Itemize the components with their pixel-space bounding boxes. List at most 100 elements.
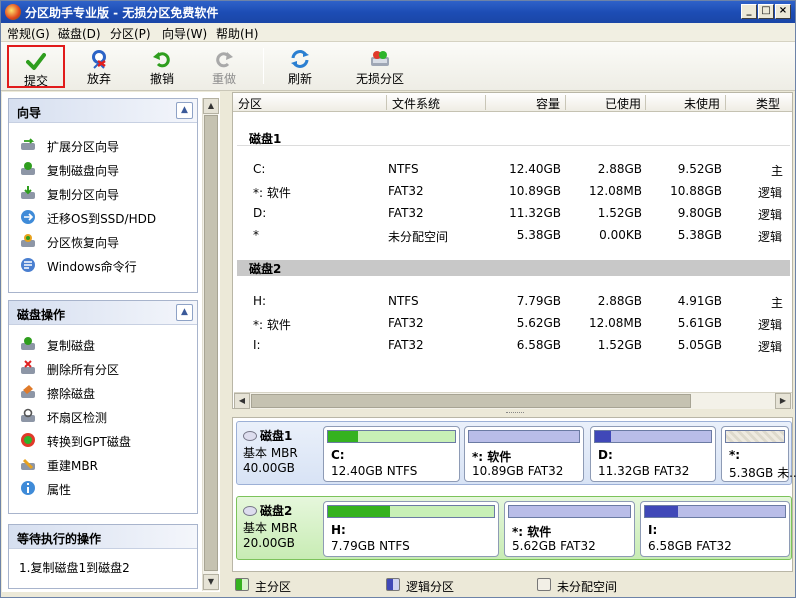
diskop-wipe-disk[interactable]: 擦除磁盘 [9, 380, 197, 404]
submit-button[interactable]: 提交 [7, 45, 65, 88]
wizard-windows-cmd[interactable]: Windows命令行 [9, 253, 197, 277]
diskop-bad-sector[interactable]: 坏扇区检测 [9, 404, 197, 428]
wizard-section-header: 向导 ▲ [9, 99, 197, 123]
table-row[interactable]: H: NTFS 7.79GB 2.88GB 4.91GB 主 [233, 290, 792, 312]
pending-operation-item[interactable]: 1.复制磁盘1到磁盘2 [19, 559, 130, 576]
menu-general[interactable]: 常规(G) [7, 25, 50, 42]
menu-disk[interactable]: 磁盘(D) [58, 25, 101, 42]
collapse-up-icon[interactable]: ▲ [176, 102, 193, 119]
pane-splitter[interactable] [234, 409, 792, 417]
properties-icon [21, 481, 35, 495]
column-divider[interactable] [485, 95, 486, 110]
diskop-convert-gpt[interactable]: 转换到GPT磁盘 [9, 428, 197, 452]
column-divider[interactable] [725, 95, 726, 110]
disk1-info: 磁盘1 基本 MBR 40.00GB [243, 429, 298, 475]
left-panel-scrollbar[interactable]: ▲ ▼ [202, 98, 219, 591]
menu-partition[interactable]: 分区(P) [110, 25, 151, 42]
col-used[interactable]: 已使用 [605, 95, 641, 112]
maximize-button[interactable]: □ [758, 4, 774, 19]
toolbar-separator [263, 48, 264, 84]
disk-operations-header: 磁盘操作 ▲ [9, 301, 197, 325]
partition-card-unallocated[interactable]: *: 5.38GB 未... [721, 426, 796, 482]
discard-button[interactable]: 放弃 [76, 45, 122, 88]
undo-button[interactable]: 撤销 [139, 45, 185, 88]
scroll-down-arrow-icon[interactable]: ▼ [203, 574, 219, 590]
wizard-copy-disk[interactable]: 复制磁盘向导 [9, 157, 197, 181]
partition-card-h[interactable]: H: 7.79GB NTFS [323, 501, 499, 557]
partition-card-d[interactable]: D: 11.32GB FAT32 [590, 426, 716, 482]
table-row[interactable]: D: FAT32 11.32GB 1.52GB 9.80GB 逻辑 [233, 202, 792, 224]
windows-cmd-icon [21, 258, 35, 272]
usage-fill [328, 506, 390, 517]
legend-primary: 主分区 [255, 580, 292, 594]
partition-card-c[interactable]: C: 12.40GB NTFS [323, 426, 460, 482]
partition-card-software[interactable]: *: 软件 10.89GB FAT32 [464, 426, 584, 482]
title-bar: 分区助手专业版 - 无损分区免费软件 _ □ × [1, 1, 795, 23]
disk1-map-row[interactable]: 磁盘1 基本 MBR 40.00GB C: 12.40GB NTFS *: 软件… [236, 421, 796, 485]
col-type[interactable]: 类型 [756, 95, 780, 112]
collapse-up-icon[interactable]: ▲ [176, 304, 193, 321]
disk-operations-title: 磁盘操作 [17, 308, 66, 322]
table-header: 分区 文件系统 容量 已使用 未使用 类型 [233, 93, 792, 112]
diskop-delete-all[interactable]: 删除所有分区 [9, 356, 197, 380]
column-divider[interactable] [565, 95, 566, 110]
column-divider[interactable] [645, 95, 646, 110]
col-partition[interactable]: 分区 [238, 95, 262, 112]
refresh-button[interactable]: 刷新 [277, 45, 323, 88]
diskop-copy-disk[interactable]: 复制磁盘 [9, 332, 197, 356]
disk2-info: 磁盘2 基本 MBR 20.00GB [243, 504, 298, 550]
pending-operations-title: 等待执行的操作 [17, 532, 102, 546]
wizard-migrate-os[interactable]: 迁移OS到SSD/HDD [9, 205, 197, 229]
wizard-section: 向导 ▲ 扩展分区向导 复制磁盘向导 复制分区向导 迁移OS到SSD/HDD 分… [8, 98, 198, 293]
partition-recovery-icon [21, 234, 35, 247]
close-button[interactable]: × [775, 4, 791, 19]
wizard-copy-partition[interactable]: 复制分区向导 [9, 181, 197, 205]
disk2-table-header[interactable]: 磁盘2 [237, 260, 790, 276]
scrollbar-thumb[interactable] [251, 394, 691, 408]
diskop-properties[interactable]: 属性 [9, 476, 197, 500]
table-row[interactable]: * 未分配空间 5.38GB 0.00KB 5.38GB 逻辑 [233, 224, 792, 246]
app-logo-icon [5, 4, 21, 20]
disk-map: 磁盘1 基本 MBR 40.00GB C: 12.40GB NTFS *: 软件… [232, 417, 796, 572]
partition-legend: 主分区 逻辑分区 未分配空间 [232, 574, 793, 596]
wizard-extend-partition[interactable]: 扩展分区向导 [9, 133, 197, 157]
wizard-partition-recovery[interactable]: 分区恢复向导 [9, 229, 197, 253]
usage-fill [595, 431, 611, 442]
partition-table: 分区 文件系统 容量 已使用 未使用 类型 磁盘1 C: NTFS 12.40G… [232, 92, 793, 409]
legend-logical: 逻辑分区 [406, 580, 455, 594]
table-row[interactable]: I: FAT32 6.58GB 1.52GB 5.05GB 逻辑 [233, 334, 792, 356]
rebuild-mbr-icon [21, 458, 35, 470]
column-divider[interactable] [386, 95, 387, 110]
table-row[interactable]: *: 软件 FAT32 10.89GB 12.08MB 10.88GB 逻辑 [233, 180, 792, 202]
table-row[interactable]: C: NTFS 12.40GB 2.88GB 9.52GB 主 [233, 158, 792, 180]
window-title: 分区助手专业版 - 无损分区免费软件 [25, 6, 219, 20]
menu-wizard[interactable]: 向导(W) [162, 25, 207, 42]
disk2-map-row[interactable]: 磁盘2 基本 MBR 20.00GB H: 7.79GB NTFS *: 软件 … [236, 496, 792, 560]
scroll-right-arrow-icon[interactable]: ▶ [775, 393, 791, 409]
partition-card-i[interactable]: I: 6.58GB FAT32 [640, 501, 790, 557]
scroll-up-arrow-icon[interactable]: ▲ [203, 98, 219, 114]
scrollbar-thumb[interactable] [204, 115, 218, 571]
wizard-section-title: 向导 [17, 106, 42, 120]
migrate-os-icon [21, 210, 35, 224]
disk1-table-header[interactable]: 磁盘1 [237, 130, 790, 146]
usage-fill [645, 506, 678, 517]
col-capacity[interactable]: 容量 [536, 95, 560, 112]
primary-swatch-icon [235, 578, 249, 591]
hard-disk-icon [243, 506, 257, 516]
col-free[interactable]: 未使用 [684, 95, 720, 112]
col-filesystem[interactable]: 文件系统 [392, 95, 440, 112]
menu-help[interactable]: 帮助(H) [216, 25, 258, 42]
diskop-rebuild-mbr[interactable]: 重建MBR [9, 452, 197, 476]
undo-icon [153, 52, 170, 68]
redo-button[interactable]: 重做 [201, 45, 247, 88]
scroll-left-arrow-icon[interactable]: ◀ [234, 393, 250, 409]
minimize-button[interactable]: _ [741, 4, 757, 19]
partition-card-software-2[interactable]: *: 软件 5.62GB FAT32 [504, 501, 635, 557]
table-row[interactable]: *: 软件 FAT32 5.62GB 12.08MB 5.61GB 逻辑 [233, 312, 792, 334]
lossless-partition-button[interactable]: 无损分区 [351, 45, 409, 88]
disk-operations-section: 磁盘操作 ▲ 复制磁盘 删除所有分区 擦除磁盘 坏扇区检测 转换到GPT磁盘 重… [8, 300, 198, 514]
wipe-disk-icon [21, 385, 35, 398]
table-horizontal-scrollbar[interactable]: ◀ ▶ [234, 392, 792, 409]
copy-disk-icon [21, 337, 35, 350]
